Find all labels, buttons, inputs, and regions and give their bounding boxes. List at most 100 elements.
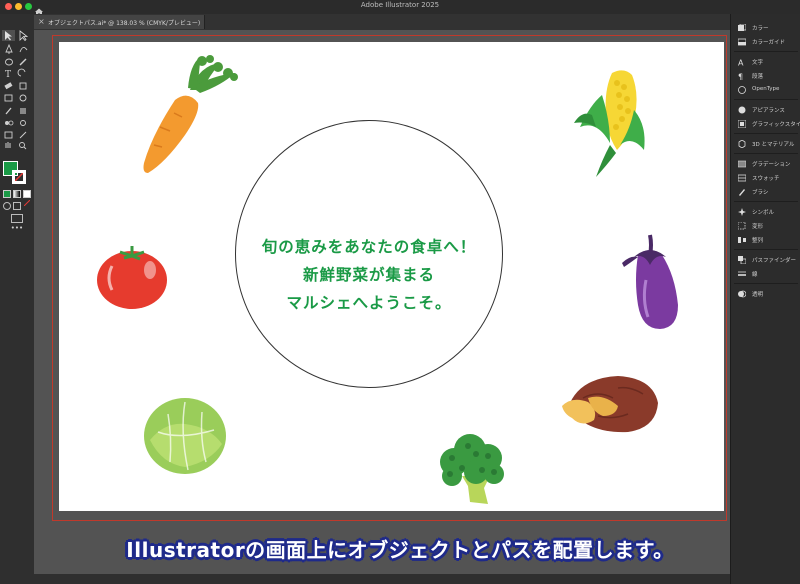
panel-label: OpenType <box>752 86 780 92</box>
panel-stroke[interactable]: 線 <box>731 268 800 280</box>
stroke-color-swatch[interactable] <box>12 170 26 184</box>
panel-label: 3D とマテリアル <box>752 142 795 148</box>
svg-text:A: A <box>738 59 744 67</box>
transparency-icon <box>738 290 746 298</box>
more-tools-button[interactable]: ••• <box>0 224 34 232</box>
eyedropper-tool-icon[interactable] <box>5 107 12 115</box>
broccoli-illustration[interactable] <box>432 428 512 508</box>
pathfinder-icon <box>738 256 746 264</box>
caption-text: Illustratorの画面上にオブジェクトとパスを配置します。 <box>126 538 674 562</box>
tools-panel: T ••• <box>0 14 35 584</box>
slice-tool-icon[interactable] <box>19 131 27 139</box>
scale-tool-icon[interactable] <box>19 82 27 90</box>
swatches-icon <box>738 174 746 182</box>
panel-label: 段落 <box>752 74 764 80</box>
center-text-line-3: マルシェへようこそ。 <box>286 294 452 312</box>
free-transform-tool-icon[interactable] <box>4 94 13 102</box>
curvature-tool-icon[interactable] <box>19 47 28 53</box>
panel-label: グラフィックスタイル <box>752 122 800 128</box>
panel-align[interactable]: 整列 <box>731 234 800 246</box>
panel-transform[interactable]: 変形 <box>731 220 800 232</box>
symbol-sprayer-tool-icon[interactable] <box>20 120 26 126</box>
center-text-block[interactable]: 旬の恵みをあなたの食卓へ！ 新鮮野菜が集まる マルシェへようこそ。 <box>235 233 503 317</box>
character-icon: A <box>738 59 744 67</box>
color-guide-icon <box>738 38 746 46</box>
panel-dock: カラーカラーガイド A 文字 ¶ 段落 OpenType アピアランスグラフィックスタイル 3… <box>730 14 800 584</box>
panel-paragraph[interactable]: ¶ 段落 <box>731 70 800 82</box>
color-mode-buttons[interactable] <box>3 190 31 207</box>
panel-group-separator <box>734 153 798 154</box>
sweet-potato-illustration[interactable] <box>558 368 663 438</box>
shape-builder-tool-icon[interactable] <box>19 94 27 102</box>
screen-mode-icon[interactable] <box>11 214 23 223</box>
eraser-tool-icon[interactable] <box>4 82 13 90</box>
opentype-icon <box>738 86 746 94</box>
panel-swatches[interactable]: スウォッチ <box>731 172 800 184</box>
title-bar: Adobe Illustrator 2025 <box>0 0 800 16</box>
blend-tool-icon[interactable] <box>5 120 14 126</box>
panel-group-separator <box>734 201 798 202</box>
panel-brushes[interactable]: ブラシ <box>731 186 800 198</box>
appearance-icon <box>738 106 746 114</box>
eggplant-illustration[interactable] <box>620 225 685 335</box>
document-tabbar: × オブジェクトパス.ai* @ 138.03 % (CMYK/プレビュー) <box>34 14 730 30</box>
document-tab[interactable]: × オブジェクトパス.ai* @ 138.03 % (CMYK/プレビュー) <box>34 15 205 29</box>
corn-illustration[interactable] <box>572 65 652 180</box>
direct-selection-tool-icon[interactable] <box>19 30 29 42</box>
panel-label: ブラシ <box>752 190 769 196</box>
panel-label: 変形 <box>752 224 764 230</box>
panel-label: パスファインダー <box>752 258 797 264</box>
status-bar <box>34 574 730 584</box>
panel-group-separator <box>734 283 798 284</box>
close-tab-icon[interactable]: × <box>38 17 45 26</box>
gradient-tool-icon[interactable] <box>20 108 26 114</box>
panel-group-separator <box>734 51 798 52</box>
align-icon <box>738 237 746 243</box>
tomato-illustration[interactable] <box>92 238 172 313</box>
panel-label: 整列 <box>752 238 764 244</box>
center-text-line-2: 新鮮野菜が集まる <box>302 266 435 284</box>
pen-tool-icon[interactable] <box>5 43 13 54</box>
pencil-tool-icon[interactable] <box>19 58 27 66</box>
panel-group-separator <box>734 99 798 100</box>
gradient-icon <box>738 160 746 168</box>
panel-pathfinder[interactable]: パスファインダー <box>731 254 800 266</box>
panel-group-separator <box>734 249 798 250</box>
panel-label: スウォッチ <box>752 176 780 182</box>
panel-symbols[interactable]: シンボル <box>731 206 800 218</box>
center-text-line-1: 旬の恵みをあなたの食卓へ！ <box>261 238 477 256</box>
panel-gradient[interactable]: グラデーション <box>731 158 800 170</box>
cabbage-illustration[interactable] <box>140 392 230 477</box>
paragraph-icon: ¶ <box>738 73 743 81</box>
ellipse-tool-icon[interactable] <box>5 58 13 66</box>
selection-tool-icon[interactable] <box>2 30 15 41</box>
panel-appearance[interactable]: アピアランス <box>731 104 800 116</box>
panel-color[interactable]: カラー <box>731 22 800 34</box>
type-tool-icon[interactable]: T <box>5 70 11 80</box>
rotate-tool-icon[interactable] <box>17 68 26 77</box>
panel-label: 文字 <box>752 60 764 66</box>
draw-mode-buttons[interactable] <box>3 202 31 210</box>
transform-icon <box>738 222 746 230</box>
panel-graphic-styles[interactable]: グラフィックスタイル <box>731 118 800 130</box>
panel-group-separator <box>734 133 798 134</box>
panel-label: アピアランス <box>752 108 785 114</box>
panel-label: カラーガイド <box>752 40 786 46</box>
panel-opentype[interactable]: OpenType <box>731 84 800 96</box>
brushes-icon <box>739 189 745 196</box>
graphic-styles-icon <box>738 120 746 128</box>
panel-label: カラー <box>752 26 769 32</box>
panel-3d-materials[interactable]: 3D とマテリアル <box>731 138 800 150</box>
svg-text:¶: ¶ <box>738 73 743 81</box>
carrot-illustration[interactable] <box>130 55 240 175</box>
panel-transparency[interactable]: 透明 <box>731 288 800 300</box>
3d-materials-icon <box>738 140 746 148</box>
zoom-tool-icon[interactable] <box>19 142 27 150</box>
panel-character[interactable]: A 文字 <box>731 56 800 68</box>
hand-tool-icon[interactable] <box>5 142 11 148</box>
panel-label: グラデーション <box>752 162 791 168</box>
panel-color-guide[interactable]: カラーガイド <box>731 36 800 48</box>
artboard-tool-icon[interactable] <box>4 131 13 139</box>
panel-label: 線 <box>752 272 758 278</box>
symbols-icon <box>738 208 746 216</box>
